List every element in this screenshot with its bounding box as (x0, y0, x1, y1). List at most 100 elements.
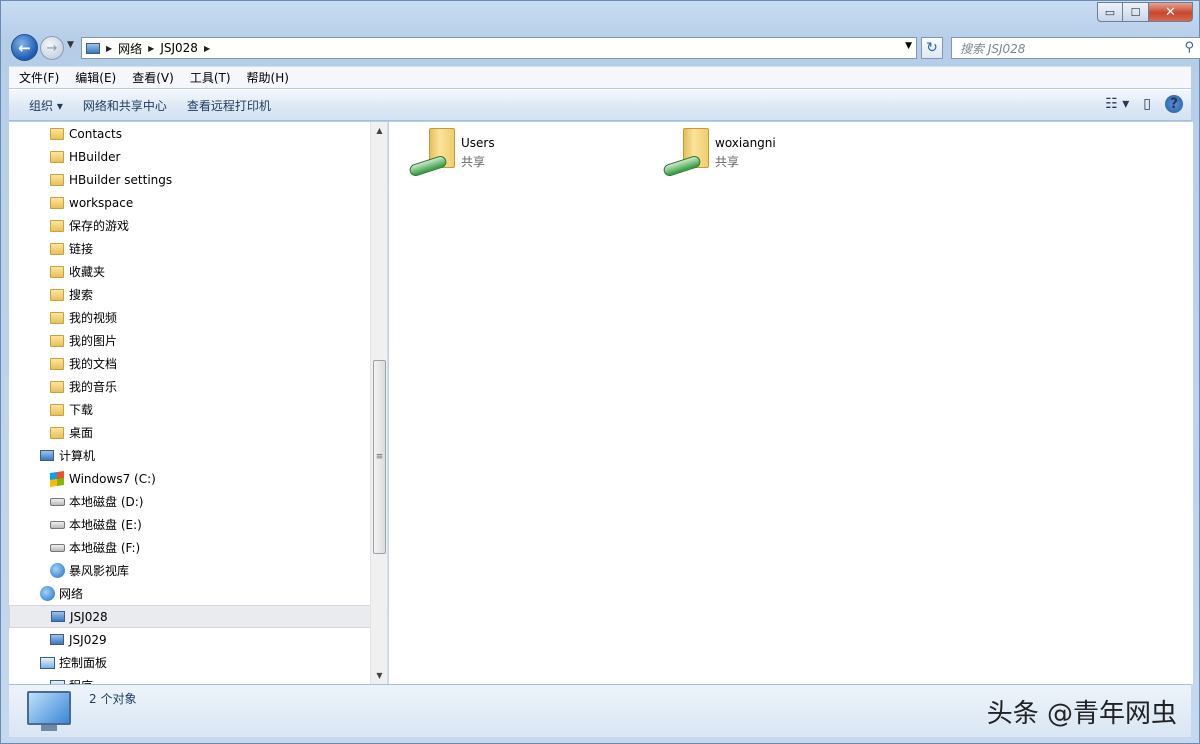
watermark: 头条 @青年网虫 (986, 699, 1177, 729)
breadcrumb-jsj028[interactable]: JSJ028 (160, 41, 198, 55)
folder-icon (49, 149, 65, 165)
tree-item-programs[interactable]: 程序 (9, 674, 371, 684)
search-input[interactable]: 搜索 JSJ028 ⚲ (951, 37, 1200, 59)
tree-item-favorites[interactable]: 收藏夹 (9, 260, 371, 283)
tree-item-hbuilder-settings[interactable]: HBuilder settings (9, 168, 371, 191)
minimize-button[interactable]: ▭ (1097, 2, 1123, 22)
chevron-right-icon[interactable]: ▶ (106, 44, 112, 53)
address-bar[interactable]: ▶ 网络 ▶ JSJ028 ▶ ▼ (81, 37, 917, 59)
menu-help[interactable]: 帮助(H) (239, 69, 297, 86)
help-icon[interactable]: ? (1165, 95, 1183, 113)
explorer-window: ▭ ☐ ✕ ← → ▼ ▶ 网络 ▶ JSJ028 ▶ ▼ ↻ 搜索 JSJ02… (0, 0, 1200, 744)
back-button[interactable]: ← (11, 34, 38, 61)
scroll-down-icon[interactable]: ▼ (371, 667, 387, 684)
menu-edit[interactable]: 编辑(E) (67, 69, 124, 86)
tree-item-workspace[interactable]: workspace (9, 191, 371, 214)
tree-item-desktop[interactable]: 桌面 (9, 421, 371, 444)
documents-icon (49, 356, 65, 372)
shared-folder-icon (407, 128, 457, 178)
tree-item-drive-f[interactable]: 本地磁盘 (F:) (9, 536, 371, 559)
tree-item-searches[interactable]: 搜索 (9, 283, 371, 306)
tree-item-hbuilder[interactable]: HBuilder (9, 145, 371, 168)
item-type: 共享 (715, 155, 740, 169)
maximize-button[interactable]: ☐ (1123, 2, 1149, 22)
tree-item-control-panel[interactable]: 控制面板 (9, 651, 371, 674)
drive-icon (49, 494, 65, 510)
preview-pane-icon[interactable]: ▯ (1143, 96, 1151, 112)
history-dropdown-icon[interactable]: ▼ (67, 40, 74, 50)
search-placeholder: 搜索 JSJ028 (960, 41, 1026, 56)
item-count: 2 个对象 (89, 692, 137, 706)
chevron-right-icon[interactable]: ▶ (148, 44, 154, 53)
network-center-button[interactable]: 网络和共享中心 (73, 97, 177, 114)
remote-printers-button[interactable]: 查看远程打印机 (177, 97, 281, 114)
network-computer-large-icon (27, 691, 71, 731)
tree-item-music[interactable]: 我的音乐 (9, 375, 371, 398)
refresh-button[interactable]: ↻ (921, 37, 943, 59)
tree-item-network[interactable]: 网络 (9, 582, 371, 605)
tree-item-contacts[interactable]: Contacts (9, 122, 371, 145)
search-icon[interactable]: ⚲ (1184, 40, 1194, 55)
favorites-icon (49, 264, 65, 280)
organize-button[interactable]: 组织 ▾ (19, 97, 73, 114)
tree-item-drive-c[interactable]: Windows7 (C:) (9, 467, 371, 490)
item-type: 共享 (461, 155, 486, 169)
tree-item-links[interactable]: 链接 (9, 237, 371, 260)
videos-icon (49, 310, 65, 326)
toolbar-right: ☷ ▾ ▯ ? (1091, 95, 1183, 113)
share-item-woxiangni[interactable]: woxiangni 共享 (661, 128, 901, 184)
tree-item-saved-games[interactable]: 保存的游戏 (9, 214, 371, 237)
forward-button[interactable]: → (40, 36, 64, 60)
nav-scrollbar[interactable]: ▲ ≡ ▼ (370, 122, 387, 684)
windows-drive-icon (49, 470, 65, 487)
tree-item-media-library[interactable]: 暴风影视库 (9, 559, 371, 582)
window-controls: ▭ ☐ ✕ (1097, 2, 1193, 22)
network-computer-icon (50, 609, 66, 625)
media-library-icon (49, 563, 65, 579)
menu-file[interactable]: 文件(F) (11, 69, 67, 86)
arrow-right-icon: → (46, 40, 58, 56)
contacts-folder-icon (49, 126, 65, 142)
network-computer-icon (49, 632, 65, 648)
tree-item-documents[interactable]: 我的文档 (9, 352, 371, 375)
tree-item-jsj028[interactable]: JSJ028 (9, 605, 371, 628)
refresh-icon: ↻ (926, 40, 938, 56)
downloads-icon (49, 402, 65, 418)
tree-item-jsj029[interactable]: JSJ029 (9, 628, 371, 651)
tree-item-downloads[interactable]: 下载 (9, 398, 371, 421)
tree-item-drive-e[interactable]: 本地磁盘 (E:) (9, 513, 371, 536)
searches-icon (49, 287, 65, 303)
network-computer-icon (86, 42, 100, 54)
details-pane: 2 个对象 头条 @青年网虫 (9, 684, 1191, 737)
address-dropdown-icon[interactable]: ▼ (905, 41, 912, 51)
file-list-pane: Users 共享 woxiangni 共享 (389, 122, 1193, 684)
navigation-bar: ← → ▼ ▶ 网络 ▶ JSJ028 ▶ ▼ ↻ 搜索 JSJ028 ⚲ (9, 32, 1200, 62)
command-bar: 组织 ▾ 网络和共享中心 查看远程打印机 ☷ ▾ ▯ ? (9, 89, 1191, 121)
folder-tree: Contacts HBuilder HBuilder settings work… (9, 122, 371, 684)
menu-bar: 文件(F) 编辑(E) 查看(V) 工具(T) 帮助(H) (9, 66, 1191, 88)
tree-item-pictures[interactable]: 我的图片 (9, 329, 371, 352)
close-button[interactable]: ✕ (1149, 2, 1193, 22)
tree-item-videos[interactable]: 我的视频 (9, 306, 371, 329)
computer-icon (39, 448, 55, 464)
desktop-icon (49, 425, 65, 441)
control-panel-icon (39, 655, 55, 671)
drive-icon (49, 540, 65, 556)
scroll-up-icon[interactable]: ▲ (371, 122, 387, 139)
menu-tools[interactable]: 工具(T) (182, 69, 239, 86)
item-name: Users (461, 136, 495, 150)
arrow-left-icon: ← (18, 38, 31, 57)
menu-view[interactable]: 查看(V) (124, 69, 182, 86)
tree-item-computer[interactable]: 计算机 (9, 444, 371, 467)
scroll-thumb[interactable]: ≡ (373, 360, 386, 554)
breadcrumb-network[interactable]: 网络 (118, 40, 142, 57)
folder-icon (49, 172, 65, 188)
item-name: woxiangni (715, 136, 776, 150)
share-item-users[interactable]: Users 共享 (407, 128, 647, 184)
shared-folder-icon (661, 128, 711, 178)
pictures-icon (49, 333, 65, 349)
music-icon (49, 379, 65, 395)
chevron-right-icon[interactable]: ▶ (204, 44, 210, 53)
view-options-icon[interactable]: ☷ ▾ (1105, 96, 1129, 112)
tree-item-drive-d[interactable]: 本地磁盘 (D:) (9, 490, 371, 513)
